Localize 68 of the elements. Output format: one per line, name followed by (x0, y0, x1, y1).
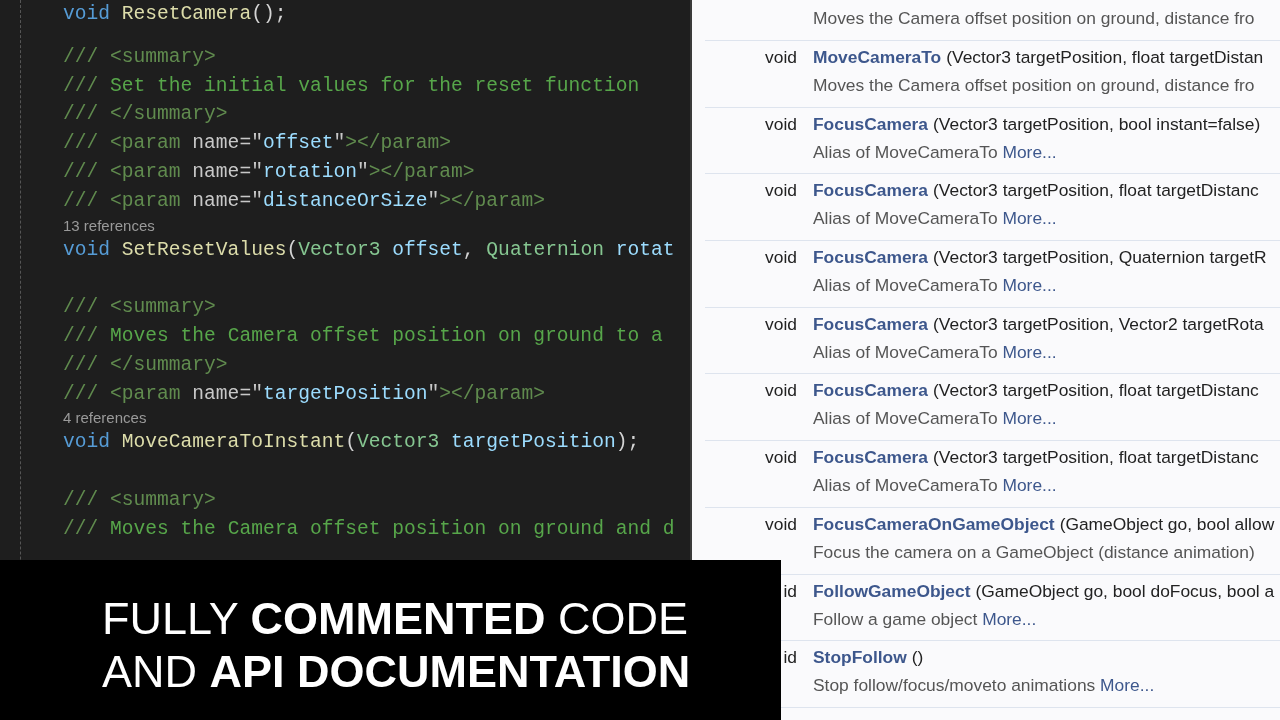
member-description: Moves the Camera offset position on ground, distance fro (813, 74, 1256, 97)
member-parameters: () (911, 646, 924, 670)
member-description: Alias of MoveCameraTo More... (813, 140, 1058, 164)
code-line: void SetResetValues(Vector3 offset, Quaternion rotat (63, 237, 675, 263)
member-description: Moves the Camera offset position on ground, distance fro (813, 7, 1256, 30)
return-type: id (782, 579, 798, 603)
member-link[interactable]: FocusCamera (813, 376, 929, 405)
return-type: void (764, 246, 798, 270)
more-link[interactable]: More... (1002, 141, 1057, 162)
member-description: Follow a game object More... (813, 607, 1038, 631)
banner-caption: FULLY COMMENTED CODE (102, 592, 688, 645)
return-type: void (764, 446, 798, 470)
code-line: /// </summary> (63, 352, 228, 378)
member-parameters: (Vector3 targetPosition, Vector2 targetRota (933, 312, 1264, 336)
member-parameters: (Vector3 targetPosition, bool instant=false) (933, 112, 1261, 136)
member-parameters: (Vector3 targetPosition, float targetDistanc (933, 179, 1259, 203)
code-line: /// <summary> (63, 487, 216, 513)
member-description: Alias of MoveCameraTo More... (813, 340, 1058, 364)
code-line: /// Set the initial values for the reset function (63, 73, 640, 99)
code-line: void ResetCamera(); (63, 2, 287, 27)
return-type: void (764, 312, 798, 336)
member-description: Focus the camera on a GameObject (distance animation) (813, 540, 1256, 564)
member-link[interactable]: FocusCamera (813, 443, 929, 472)
code-line: /// <summary> (63, 295, 216, 321)
code-line: /// <param name="targetPosition"></param> (63, 381, 546, 407)
member-parameters: (GameObject go, bool doFocus, bool a (975, 579, 1275, 603)
code-line: /// <param name="distanceOrSize"></param> (63, 188, 546, 214)
banner-caption: AND API DOCUMENTATION (102, 645, 691, 698)
member-link[interactable]: MoveCameraTo (813, 43, 942, 71)
code-line: /// <summary> (63, 44, 216, 70)
member-parameters: (Vector3 targetPosition, float targetDistanc (933, 446, 1259, 470)
more-link[interactable]: More... (1002, 475, 1057, 496)
more-link[interactable]: More... (1100, 675, 1155, 696)
member-parameters: (Vector3 targetPosition, float targetDistanc (933, 379, 1259, 403)
return-type: void (764, 379, 798, 403)
more-link[interactable]: More... (982, 608, 1037, 629)
member-link[interactable]: FollowGameObject (813, 576, 971, 605)
references-count[interactable]: 4 references (63, 408, 147, 429)
return-type: id (782, 646, 798, 670)
references-count[interactable]: 13 references (63, 215, 155, 236)
return-type: void (764, 512, 798, 536)
code-line: /// Moves the Camera offset position on ground and d (63, 516, 675, 542)
member-description: Alias of MoveCameraTo More... (813, 274, 1058, 298)
member-parameters: (Vector3 targetPosition, Quaternion targetR (933, 246, 1267, 270)
return-type: void (764, 112, 798, 136)
more-link[interactable]: More... (1002, 275, 1057, 296)
code-line: /// <param name="offset"></param> (63, 131, 452, 157)
member-description: Alias of MoveCameraTo More... (813, 207, 1058, 231)
return-type: void (764, 46, 798, 69)
code-line: /// <param name="rotation"></param> (63, 160, 475, 185)
member-parameters: (Vector3 targetPosition, float targetDistan (946, 46, 1264, 69)
code-line: /// </summary> (63, 102, 228, 128)
member-link[interactable]: FocusCamera (813, 309, 929, 338)
member-description: Alias of MoveCameraTo More... (813, 474, 1058, 498)
more-link[interactable]: More... (1002, 208, 1057, 229)
member-description: Alias of MoveCameraTo More... (813, 407, 1058, 431)
more-link[interactable]: More... (1002, 408, 1057, 429)
code-line: /// Moves the Camera offset position on ground to a (63, 323, 663, 349)
more-link[interactable]: More... (1002, 341, 1057, 362)
member-link[interactable]: StopFollow (813, 643, 907, 672)
member-link[interactable]: FocusCamera (813, 109, 929, 138)
member-link[interactable]: FocusCameraOnGameObject (813, 509, 1055, 538)
code-line: void MoveCameraToInstant(Vector3 targetPosition); (63, 430, 640, 456)
member-parameters: (GameObject go, bool allow (1059, 512, 1275, 536)
member-link[interactable]: FocusCamera (813, 176, 929, 205)
return-type: void (764, 179, 798, 203)
member-link[interactable]: FocusCamera (813, 243, 929, 272)
member-description: Stop follow/focus/moveto animations More... (813, 674, 1156, 698)
